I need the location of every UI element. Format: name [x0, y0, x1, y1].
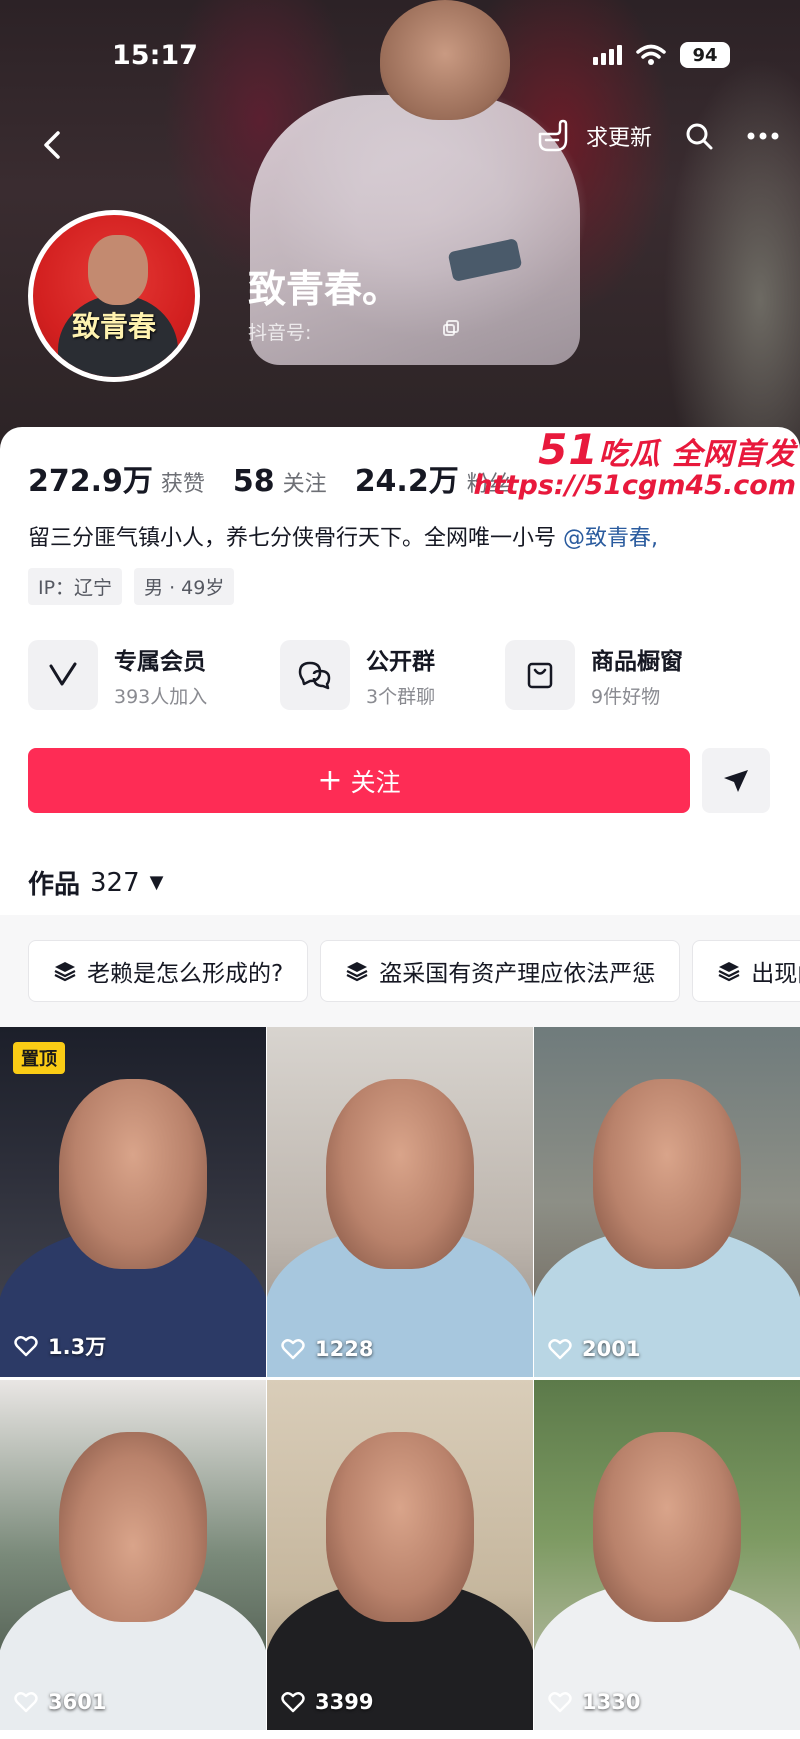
status-indicators: 94 [593, 42, 730, 68]
collection-chip[interactable]: 盗采国有资产理应依法严惩 [320, 940, 681, 1002]
profile-bio: 留三分匪气镇小人，养七分侠骨行天下。全网唯一小号 @致青春, [28, 520, 658, 552]
top-nav-actions: 求更新 [536, 118, 780, 154]
request-update-label: 求更新 [585, 126, 652, 151]
layers-icon [54, 962, 76, 982]
ip-location-tag: IP：辽宁 [28, 568, 123, 605]
likes-count: 3601 [48, 1690, 107, 1714]
works-tab[interactable]: 作品 327 ▼ [28, 864, 164, 901]
watermark-title: 51吃瓜 全网首发 [473, 425, 796, 474]
heart-icon [281, 1692, 305, 1713]
video-tile[interactable]: 3601 [0, 1380, 266, 1730]
stat-label: 获赞 [160, 472, 205, 497]
service-title: 公开群 [366, 648, 435, 675]
avatar-text: 致青春 [71, 310, 156, 343]
heart-icon [281, 1339, 305, 1360]
service-subtitle: 9件好物 [591, 685, 661, 708]
layers-icon [718, 962, 740, 982]
follow-label: 关注 [350, 767, 401, 797]
wifi-icon [636, 44, 666, 65]
copy-icon[interactable] [441, 318, 461, 338]
stat-value: 58 [232, 464, 275, 499]
douyin-id-label: 抖音号: [248, 322, 312, 344]
service-shop-window[interactable]: 商品橱窗 9件好物 [505, 640, 683, 710]
video-tile[interactable]: 置顶 1.3万 [0, 1027, 266, 1377]
video-tile[interactable]: 1228 [267, 1027, 533, 1377]
more-button[interactable] [746, 119, 780, 153]
plus-icon: + [317, 762, 343, 798]
video-likes: 1228 [281, 1337, 373, 1361]
send-arrow-icon [724, 769, 748, 792]
likes-count: 2001 [582, 1337, 641, 1361]
stat-value: 272.9万 [28, 464, 153, 499]
follow-button[interactable]: + 关注 [28, 748, 690, 813]
heart-icon [14, 1692, 38, 1713]
stat-label: 关注 [282, 472, 327, 497]
bio-text: 留三分匪气镇小人，养七分侠骨行天下。全网唯一小号 [28, 526, 557, 551]
request-update-button[interactable]: 求更新 [536, 118, 652, 154]
video-likes: 1330 [548, 1690, 640, 1714]
group-chat-icon [280, 640, 350, 710]
likes-count: 1.3万 [48, 1335, 107, 1359]
collection-chip[interactable]: 出现门 [692, 940, 800, 1002]
collection-title: 盗采国有资产理应依法严惩 [379, 961, 656, 987]
more-dots-icon [747, 132, 779, 140]
service-title: 商品橱窗 [591, 648, 683, 675]
works-label: 作品 [28, 870, 81, 900]
works-count: 327 [90, 867, 140, 898]
gender-age-tag: 男 · 49岁 [134, 568, 235, 605]
shop-bag-icon [505, 640, 575, 710]
stat-following[interactable]: 58 关注 [233, 464, 327, 499]
watermark-url: https://51cgm45.com [473, 470, 796, 501]
watermark-number: 51 [538, 425, 599, 474]
likes-count: 1330 [582, 1690, 641, 1714]
chevron-left-icon [44, 131, 60, 159]
service-membership[interactable]: 专属会员 393人加入 [28, 640, 280, 710]
video-likes: 3399 [281, 1690, 373, 1714]
douyin-id: 抖音号: [248, 318, 461, 345]
collection-title: 出现门 [751, 961, 800, 987]
video-likes: 3601 [14, 1690, 106, 1714]
caret-down-icon: ▼ [149, 872, 164, 893]
stat-value: 24.2万 [354, 464, 459, 499]
battery-indicator: 94 [680, 42, 730, 68]
search-icon [686, 123, 713, 150]
hand-point-icon [538, 119, 568, 152]
video-grid: 置顶 1.3万 1228 2001 3601 3399 1330 [0, 1027, 800, 1730]
back-button[interactable] [36, 128, 72, 164]
watermark-overlay: 51吃瓜 全网首发 https://51cgm45.com [473, 425, 796, 501]
likes-count: 3399 [315, 1690, 374, 1714]
layers-icon [346, 962, 368, 982]
collection-title: 老赖是怎么形成的? [87, 961, 284, 987]
service-group-chat[interactable]: 公开群 3个群聊 [280, 640, 505, 710]
search-button[interactable] [682, 119, 716, 153]
video-tile[interactable]: 2001 [534, 1027, 800, 1377]
profile-stats: 272.9万 获赞 58 关注 24.2万 粉丝 [28, 456, 511, 500]
video-likes: 2001 [548, 1337, 640, 1361]
collection-chip[interactable]: 老赖是怎么形成的? [28, 940, 309, 1002]
profile-services: 专属会员 393人加入 公开群 3个群聊 商品橱窗 9件好物 [28, 640, 683, 710]
profile-nickname: 致青春。 [248, 267, 401, 311]
profile-tags: IP：辽宁 男 · 49岁 [28, 568, 235, 605]
likes-count: 1228 [315, 1337, 374, 1361]
video-tile[interactable]: 1330 [534, 1380, 800, 1730]
collections-list: 老赖是怎么形成的? 盗采国有资产理应依法严惩 出现门 [28, 940, 800, 1002]
cellular-signal-icon [593, 45, 622, 65]
service-title: 专属会员 [114, 648, 206, 675]
service-subtitle: 3个群聊 [366, 685, 436, 708]
vip-v-icon [28, 640, 98, 710]
heart-icon [548, 1339, 572, 1360]
pinned-badge: 置顶 [13, 1042, 65, 1074]
video-likes: 1.3万 [14, 1331, 106, 1361]
watermark-text: 吃瓜 全网首发 [598, 437, 796, 472]
video-tile[interactable]: 3399 [267, 1380, 533, 1730]
service-subtitle: 393人加入 [114, 685, 208, 708]
avatar[interactable]: 致青春 [28, 210, 200, 382]
heart-icon [14, 1336, 38, 1357]
heart-icon [548, 1692, 572, 1713]
bio-mention-link[interactable]: @致青春, [563, 526, 658, 551]
share-button[interactable] [702, 748, 770, 813]
stat-likes[interactable]: 272.9万 获赞 [28, 456, 205, 500]
profile-page: { "status_bar": { "time": "15:17", "batt… [0, 0, 800, 1739]
status-time: 15:17 [112, 40, 198, 71]
